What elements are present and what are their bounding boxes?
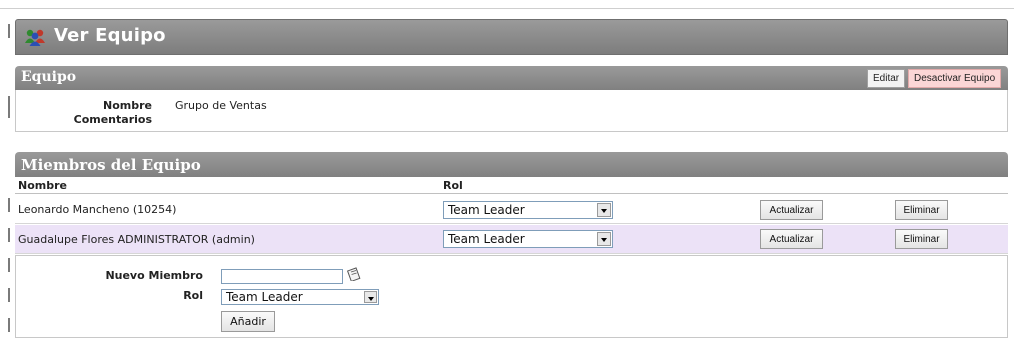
column-header-role: Rol	[443, 179, 463, 192]
team-comments-label: Comentarios	[73, 113, 152, 126]
member-name: Leonardo Mancheno (10254)	[18, 203, 177, 216]
role-select-value: Team Leader	[448, 203, 525, 217]
members-panel-header: Miembros del Equipo	[15, 152, 1008, 177]
top-divider	[0, 8, 1014, 9]
chevron-down-icon[interactable]	[597, 203, 611, 217]
role-select[interactable]: Team Leader	[443, 230, 613, 248]
table-row: Leonardo Mancheno (10254) Team Leader Ac…	[15, 195, 1008, 224]
new-member-input[interactable]	[221, 269, 343, 284]
team-name-value: Grupo de Ventas	[175, 99, 267, 112]
left-edge-mark	[8, 288, 10, 302]
add-member-form: Nuevo Miembro Rol Team Leader Añadir	[15, 255, 1008, 338]
left-edge-mark	[8, 228, 10, 242]
member-name: Guadalupe Flores ADMINISTRATOR (admin)	[18, 233, 255, 246]
deactivate-team-button[interactable]: Desactivar Equipo	[908, 69, 1002, 88]
remove-button[interactable]: Eliminar	[895, 229, 948, 249]
left-edge-mark	[8, 198, 10, 212]
team-details: Nombre Grupo de Ventas Comentarios	[15, 90, 1008, 132]
page-title: Ver Equipo	[54, 25, 166, 46]
update-button[interactable]: Actualizar	[760, 200, 823, 220]
team-name-label: Nombre	[103, 99, 152, 112]
role-select-value: Team Leader	[226, 290, 303, 304]
members-table-header: Nombre Rol	[15, 177, 1008, 194]
column-header-name: Nombre	[18, 179, 67, 192]
update-button[interactable]: Actualizar	[760, 229, 823, 249]
address-book-icon[interactable]	[347, 267, 361, 281]
new-member-role-select[interactable]: Team Leader	[221, 289, 379, 305]
page-title-bar: Ver Equipo	[15, 19, 1008, 55]
chevron-down-icon[interactable]	[597, 232, 611, 246]
add-member-button[interactable]: Añadir	[221, 311, 275, 332]
table-row: Guadalupe Flores ADMINISTRATOR (admin) T…	[15, 225, 1008, 254]
team-panel-title: Equipo	[21, 69, 77, 85]
left-edge-mark	[8, 24, 10, 38]
new-member-label: Nuevo Miembro	[105, 269, 203, 282]
team-people-icon	[25, 29, 45, 46]
role-label: Rol	[183, 289, 203, 302]
remove-button[interactable]: Eliminar	[895, 200, 948, 220]
role-select[interactable]: Team Leader	[443, 201, 613, 219]
left-edge-mark	[8, 96, 10, 118]
edit-button[interactable]: Editar	[867, 69, 906, 88]
chevron-down-icon[interactable]	[364, 291, 377, 303]
left-edge-mark	[8, 318, 10, 332]
left-edge-mark	[8, 258, 10, 272]
members-panel-title: Miembros del Equipo	[21, 156, 201, 174]
team-panel-header: Equipo Editar Desactivar Equipo	[15, 66, 1008, 90]
role-select-value: Team Leader	[448, 232, 525, 246]
